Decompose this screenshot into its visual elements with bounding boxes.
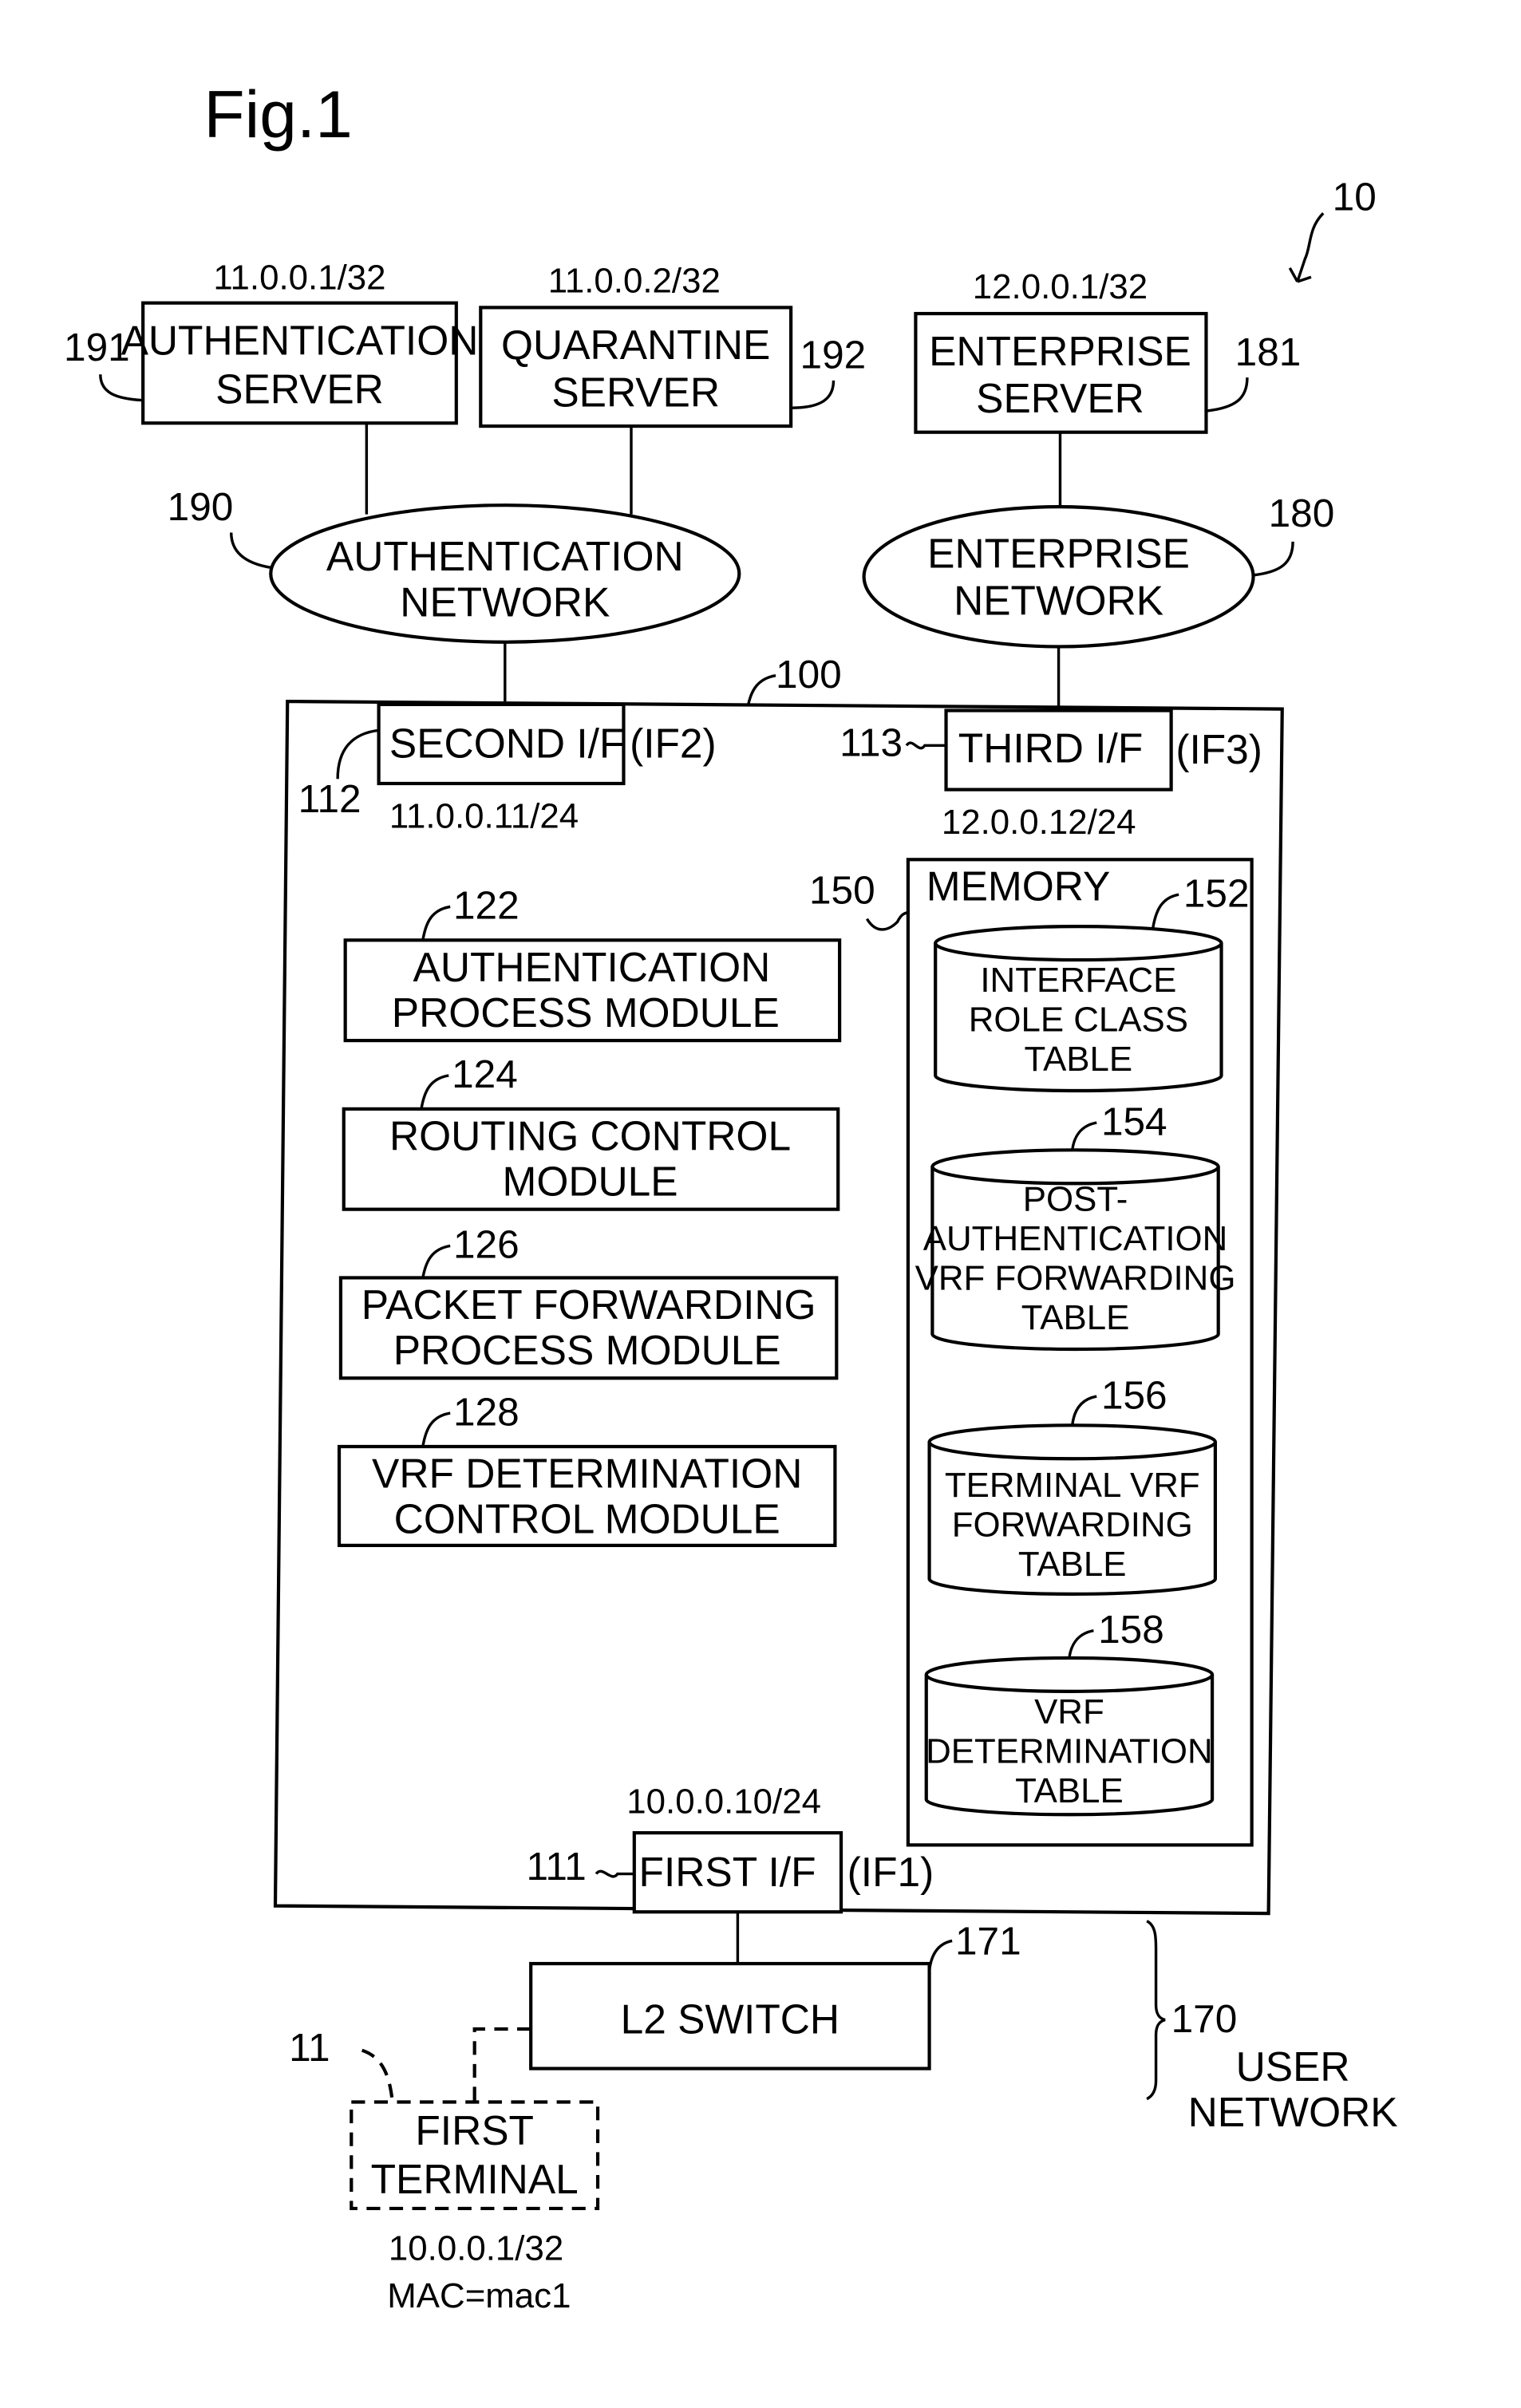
l2-switch-label: L2 SWITCH xyxy=(621,1996,840,2043)
quarantine-server-leader xyxy=(791,380,836,409)
third-if-label: THIRD I/F xyxy=(958,724,1144,771)
auth-network-line1: AUTHENTICATION xyxy=(326,533,684,579)
table-line1: INTERFACE xyxy=(980,961,1176,1000)
device-ref-leader xyxy=(747,673,776,705)
second-if-ref: 112 xyxy=(298,776,361,821)
first-if-label: FIRST I/F xyxy=(639,1849,816,1895)
table-line4: TABLE xyxy=(1021,1298,1130,1337)
table-line2: FORWARDING xyxy=(952,1505,1193,1544)
quarantine-server-line1: QUARANTINE xyxy=(501,322,770,368)
user-network-line1: USER xyxy=(1236,2043,1350,2090)
terminal-ref: 11 xyxy=(289,2025,330,2070)
enterprise-server-leader xyxy=(1206,377,1249,413)
table-line1: POST- xyxy=(1023,1180,1128,1219)
terminal-line1: FIRST xyxy=(415,2107,534,2153)
first-if-tag: (IF1) xyxy=(847,1849,934,1895)
enterprise-server-ip: 12.0.0.1/32 xyxy=(973,267,1148,306)
table-line1: VRF xyxy=(1034,1692,1104,1731)
module-line2: PROCESS MODULE xyxy=(393,1327,781,1373)
system-ref-label: 10 xyxy=(1333,174,1377,219)
auth-network-leader xyxy=(229,532,271,570)
terminal-link xyxy=(472,2027,531,2102)
enterprise-network-leader xyxy=(1253,541,1294,577)
l2-switch-ref: 171 xyxy=(955,1919,1021,1964)
terminal-line2: TERMINAL xyxy=(371,2156,579,2202)
module-ref: 126 xyxy=(453,1222,520,1267)
auth-server-leader xyxy=(99,374,144,402)
module-line2: PROCESS MODULE xyxy=(392,989,780,1036)
auth-server-ref: 191 xyxy=(64,325,130,369)
enterprise-network-line1: ENTERPRISE xyxy=(927,530,1190,576)
enterprise-server-line1: ENTERPRISE xyxy=(929,328,1191,374)
module-line1: AUTHENTICATION xyxy=(413,944,771,990)
user-network-brace xyxy=(1146,1920,1166,2101)
terminal-ip: 10.0.0.1/32 xyxy=(389,2229,563,2268)
third-if-ip: 12.0.0.12/24 xyxy=(942,803,1136,842)
first-if-ref: 111 xyxy=(526,1844,586,1889)
network-diagram: Fig.1 10 11.0.0.1/32 AUTHENTICATION SERV… xyxy=(64,77,1398,2315)
user-network-line2: NETWORK xyxy=(1188,2089,1398,2135)
table-ref: 154 xyxy=(1101,1099,1167,1143)
table-line3: TABLE xyxy=(1015,1771,1124,1810)
quarantine-server-line2: SERVER xyxy=(551,369,720,415)
quarantine-server-ip: 11.0.0.2/32 xyxy=(548,261,721,300)
second-if-tag: (IF2) xyxy=(630,720,717,767)
table-ref: 156 xyxy=(1101,1372,1167,1417)
figure-title: Fig.1 xyxy=(203,77,352,152)
memory-label: MEMORY xyxy=(926,863,1111,910)
device-ref: 100 xyxy=(776,652,842,697)
module-ref: 122 xyxy=(453,883,520,928)
memory-ref: 150 xyxy=(809,868,875,913)
quarantine-server-ref: 192 xyxy=(800,333,867,377)
second-if-label: SECOND I/F xyxy=(389,720,624,767)
module-line1: ROUTING CONTROL xyxy=(389,1112,791,1159)
table-ref: 152 xyxy=(1183,870,1250,915)
third-if-tag: (IF3) xyxy=(1175,726,1262,772)
table-line1: TERMINAL VRF xyxy=(945,1466,1200,1505)
auth-network-ref: 190 xyxy=(168,484,234,529)
user-network-ref: 170 xyxy=(1171,1996,1238,2041)
table-line2: AUTHENTICATION xyxy=(923,1219,1227,1258)
third-if-ref: 113 xyxy=(840,720,903,765)
enterprise-server-ref: 181 xyxy=(1235,330,1302,374)
enterprise-network-ref: 180 xyxy=(1269,491,1335,535)
enterprise-network-line2: NETWORK xyxy=(954,577,1163,623)
auth-server-line1: AUTHENTICATION xyxy=(121,317,479,363)
table-line3: TABLE xyxy=(1025,1040,1133,1079)
first-if-ip: 10.0.0.10/24 xyxy=(626,1782,821,1821)
module-line1: VRF DETERMINATION xyxy=(372,1450,802,1496)
table-line3: TABLE xyxy=(1018,1545,1127,1584)
module-line2: MODULE xyxy=(502,1159,678,1205)
system-ref-arrow xyxy=(1288,212,1325,283)
table-ref: 158 xyxy=(1098,1607,1164,1652)
table-line2: ROLE CLASS xyxy=(969,1001,1188,1040)
module-ref: 128 xyxy=(453,1389,520,1434)
enterprise-server-line2: SERVER xyxy=(976,375,1144,421)
auth-network-line2: NETWORK xyxy=(400,578,610,625)
table-line3: VRF FORWARDING xyxy=(915,1259,1236,1298)
auth-server-line2: SERVER xyxy=(215,365,384,412)
second-if-ip: 11.0.0.11/24 xyxy=(389,796,579,835)
auth-server-ip: 11.0.0.1/32 xyxy=(213,259,385,298)
module-ref: 124 xyxy=(452,1052,518,1096)
terminal-mac: MAC=mac1 xyxy=(387,2276,571,2315)
terminal-ref-leader xyxy=(361,2048,394,2102)
module-line2: CONTROL MODULE xyxy=(394,1496,780,1542)
table-line2: DETERMINATION xyxy=(926,1731,1213,1770)
module-line1: PACKET FORWARDING xyxy=(361,1281,816,1328)
l2-switch-leader xyxy=(927,1939,953,1972)
